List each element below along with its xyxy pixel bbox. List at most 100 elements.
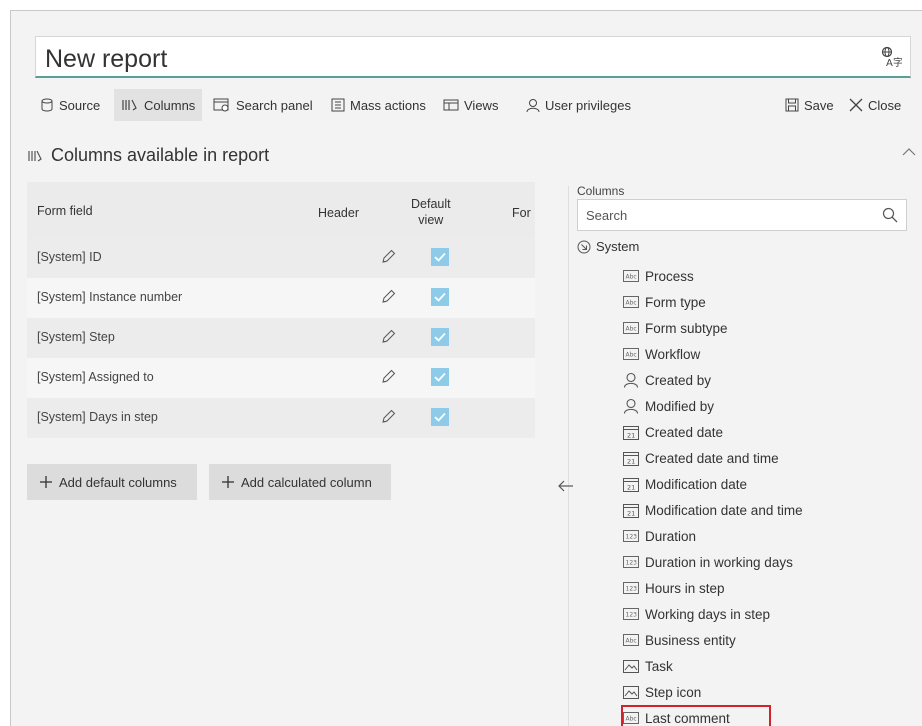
add-calculated-column-button[interactable]: Add calculated column (209, 464, 391, 500)
user-icon (623, 372, 639, 388)
column-item-workflow[interactable]: Abc Workflow (621, 341, 907, 367)
tree-node-system-label: System (596, 239, 640, 254)
text-field-icon: Abc (623, 712, 639, 724)
report-title[interactable]: New report (45, 45, 167, 74)
checkmark-icon (434, 372, 446, 382)
report-editor-window: New report A 字 Source Columns Search pan… (10, 10, 922, 726)
columns-icon (28, 150, 42, 161)
column-item-label: Created date and time (645, 450, 779, 466)
tree-node-system[interactable]: System (577, 239, 639, 254)
column-item-label: Duration (645, 528, 697, 544)
column-item-created-by[interactable]: Created by (621, 367, 907, 393)
column-item-modified-by[interactable]: Modified by (621, 393, 907, 419)
toolbar-search-panel[interactable]: Search panel (206, 89, 320, 121)
column-item-duration[interactable]: 123 Duration (621, 523, 907, 549)
checkmark-icon (434, 412, 446, 422)
column-item-working-days-in-step[interactable]: 123 Working days in step (621, 601, 907, 627)
table-row[interactable]: [System] Days in step (27, 398, 535, 438)
default-view-checkbox[interactable] (431, 408, 449, 426)
columns-search-box (577, 199, 907, 231)
calendar-icon: 21 (623, 451, 639, 466)
column-item-step-icon[interactable]: Step icon (621, 679, 907, 705)
svg-text:Abc: Abc (626, 326, 637, 333)
close-button[interactable]: Close (842, 89, 908, 121)
table-row[interactable]: [System] Step (27, 318, 535, 358)
translate-icon[interactable]: A 字 (880, 46, 902, 68)
table-row[interactable]: [System] Assigned to (27, 358, 535, 398)
default-view-checkbox[interactable] (431, 368, 449, 386)
user-icon (526, 98, 540, 112)
svg-text:Abc: Abc (626, 352, 637, 359)
col-header: Header (318, 206, 359, 220)
columns-table: Form field Header Default view For [Syst… (27, 182, 535, 438)
column-item-task[interactable]: Task (621, 653, 907, 679)
pencil-icon[interactable] (380, 409, 396, 425)
checkmark-icon (434, 292, 446, 302)
toolbar-source[interactable]: Source (33, 89, 107, 121)
report-title-field[interactable]: New report A 字 (35, 36, 911, 78)
column-item-label: Process (645, 268, 694, 284)
pencil-icon[interactable] (380, 329, 396, 345)
svg-text:Abc: Abc (626, 274, 637, 281)
number-field-icon: 123 (623, 608, 639, 620)
columns-picker-label: Columns (577, 184, 625, 198)
column-item-business-entity[interactable]: Abc Business entity (621, 627, 907, 653)
text-field-icon: Abc (623, 270, 639, 282)
form-field-label: [System] Assigned to (37, 370, 154, 384)
column-item-created-date[interactable]: 21 Created date (621, 419, 907, 445)
number-field-icon: 123 (623, 530, 639, 542)
table-row[interactable]: [System] ID (27, 238, 535, 278)
toolbar-views[interactable]: Views (436, 89, 505, 121)
chevron-up-icon[interactable] (902, 147, 916, 157)
column-item-modification-date-and-time[interactable]: 21 Modification date and time (621, 497, 907, 523)
pencil-icon[interactable] (380, 249, 396, 265)
column-item-label: Hours in step (645, 580, 725, 596)
column-item-label: Created date (645, 424, 724, 440)
search-icon[interactable] (882, 207, 898, 223)
column-item-hours-in-step[interactable]: 123 Hours in step (621, 575, 907, 601)
column-item-process[interactable]: Abc Process (621, 263, 907, 289)
default-view-checkbox[interactable] (431, 328, 449, 346)
checkmark-icon (434, 252, 446, 262)
toolbar-columns[interactable]: Columns (114, 89, 203, 121)
report-toolbar: Source Columns Search panel Mass actions… (33, 89, 922, 121)
default-view-checkbox[interactable] (431, 288, 449, 306)
svg-text:字: 字 (893, 56, 902, 68)
form-field-label: [System] ID (37, 250, 102, 264)
column-item-label: Form type (645, 294, 706, 310)
pencil-icon[interactable] (380, 369, 396, 385)
column-item-last-comment[interactable]: Abc Last comment (621, 705, 771, 726)
svg-text:123: 123 (626, 586, 638, 593)
plus-icon (222, 476, 234, 488)
toolbar-views-label: Views (464, 97, 499, 113)
col-form-field: Form field (37, 204, 93, 218)
columns-table-panel: Form field Header Default view For [Syst… (27, 182, 535, 726)
column-item-label: Task (645, 658, 673, 674)
text-field-icon: Abc (623, 322, 639, 334)
column-item-form-type[interactable]: Abc Form type (621, 289, 907, 315)
arrow-left-icon[interactable] (557, 479, 575, 493)
column-item-duration-in-working-days[interactable]: 123 Duration in working days (621, 549, 907, 575)
calendar-icon: 21 (623, 503, 639, 518)
col-truncated: For (512, 206, 531, 220)
text-field-icon: Abc (623, 348, 639, 360)
add-default-columns-button[interactable]: Add default columns (27, 464, 197, 500)
pencil-icon[interactable] (380, 289, 396, 305)
default-view-checkbox[interactable] (431, 248, 449, 266)
search-panel-icon (213, 98, 229, 112)
toolbar-mass-actions[interactable]: Mass actions (324, 89, 433, 121)
column-item-form-subtype[interactable]: Abc Form subtype (621, 315, 907, 341)
table-header: Form field Header Default view For (27, 182, 535, 238)
save-button[interactable]: Save (778, 89, 841, 121)
number-field-icon: 123 (623, 556, 639, 568)
search-input[interactable] (578, 200, 858, 230)
column-item-created-date-and-time[interactable]: 21 Created date and time (621, 445, 907, 471)
list-icon (331, 98, 345, 112)
svg-text:21: 21 (627, 483, 635, 491)
table-row[interactable]: [System] Instance number (27, 278, 535, 318)
column-item-label: Modification date (645, 476, 748, 492)
column-item-label: Form subtype (645, 320, 728, 336)
column-item-modification-date[interactable]: 21 Modification date (621, 471, 907, 497)
database-icon (41, 98, 53, 112)
toolbar-user-privileges[interactable]: User privileges (519, 89, 638, 121)
